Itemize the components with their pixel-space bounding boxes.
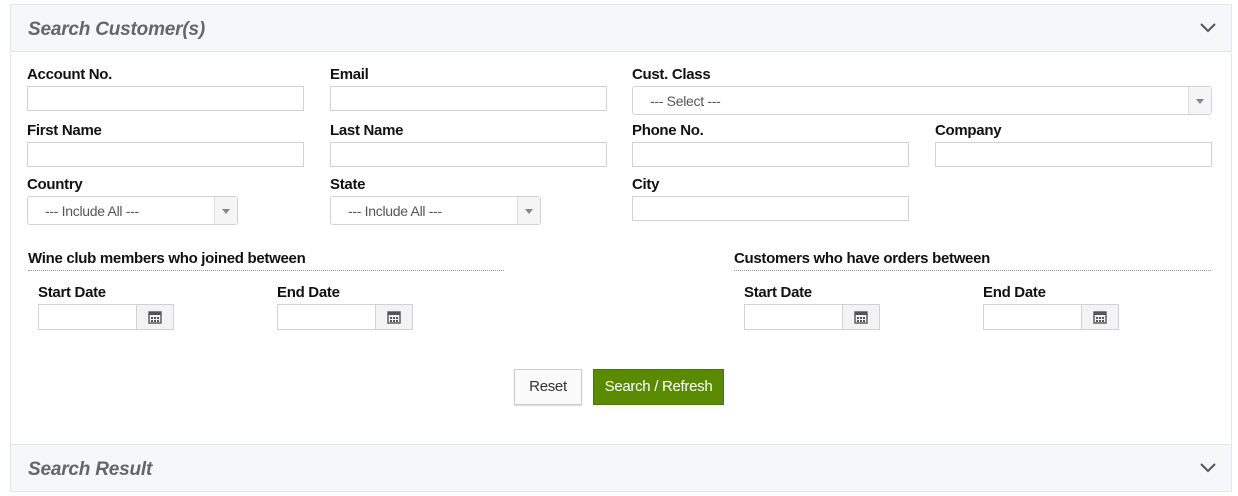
orders-start-input[interactable] (744, 304, 843, 330)
city-label: City (632, 176, 660, 193)
orders-end-input[interactable] (983, 304, 1082, 330)
country-select[interactable]: --- Include All --- (27, 196, 238, 225)
dropdown-arrow-icon (214, 197, 237, 224)
account-no-label: Account No. (27, 66, 113, 83)
calendar-button[interactable] (842, 304, 880, 330)
first-name-input[interactable] (27, 142, 304, 167)
dropdown-arrow-icon (517, 197, 540, 224)
orders-end-date (983, 304, 1119, 330)
reset-button[interactable]: Reset (514, 369, 582, 405)
search-refresh-button[interactable]: Search / Refresh (593, 369, 724, 405)
first-name-label: First Name (27, 122, 102, 139)
email-input[interactable] (330, 86, 607, 111)
phone-no-input[interactable] (632, 142, 909, 167)
account-no-input[interactable] (27, 86, 304, 111)
orders-end-label: End Date (983, 284, 1046, 301)
calendar-icon (1093, 311, 1107, 324)
calendar-icon (387, 311, 401, 324)
chevron-down-icon[interactable] (1199, 459, 1217, 477)
calendar-icon (148, 311, 162, 324)
cust-class-label: Cust. Class (632, 66, 711, 83)
orders-start-date (744, 304, 880, 330)
email-label: Email (330, 66, 369, 83)
state-label: State (330, 176, 366, 193)
dropdown-arrow-icon (1188, 87, 1211, 114)
calendar-button[interactable] (136, 304, 174, 330)
chevron-down-icon[interactable] (1199, 19, 1217, 37)
orders-heading: Customers who have orders between (734, 250, 1211, 271)
state-selected: --- Include All --- (348, 203, 442, 219)
calendar-icon (854, 311, 868, 324)
orders-start-label: Start Date (744, 284, 812, 301)
cust-class-selected: --- Select --- (650, 93, 721, 109)
cust-class-select[interactable]: --- Select --- (632, 86, 1212, 115)
wine-club-end-input[interactable] (277, 304, 376, 330)
state-select[interactable]: --- Include All --- (330, 196, 541, 225)
result-panel-title: Search Result (28, 459, 153, 480)
calendar-button[interactable] (375, 304, 413, 330)
wine-club-start-input[interactable] (38, 304, 137, 330)
city-input[interactable] (632, 196, 909, 221)
wine-club-start-date (38, 304, 174, 330)
wine-club-heading: Wine club members who joined between (28, 250, 504, 271)
last-name-input[interactable] (330, 142, 607, 167)
company-input[interactable] (935, 142, 1212, 167)
result-panel-header[interactable]: Search Result (10, 444, 1232, 492)
search-panel-header[interactable]: Search Customer(s) (10, 4, 1232, 52)
calendar-button[interactable] (1081, 304, 1119, 330)
company-label: Company (935, 122, 1002, 139)
search-panel-title: Search Customer(s) (28, 19, 205, 40)
country-label: Country (27, 176, 83, 193)
wine-club-start-label: Start Date (38, 284, 106, 301)
country-selected: --- Include All --- (45, 203, 139, 219)
wine-club-end-label: End Date (277, 284, 340, 301)
phone-no-label: Phone No. (632, 122, 704, 139)
wine-club-end-date (277, 304, 413, 330)
last-name-label: Last Name (330, 122, 404, 139)
